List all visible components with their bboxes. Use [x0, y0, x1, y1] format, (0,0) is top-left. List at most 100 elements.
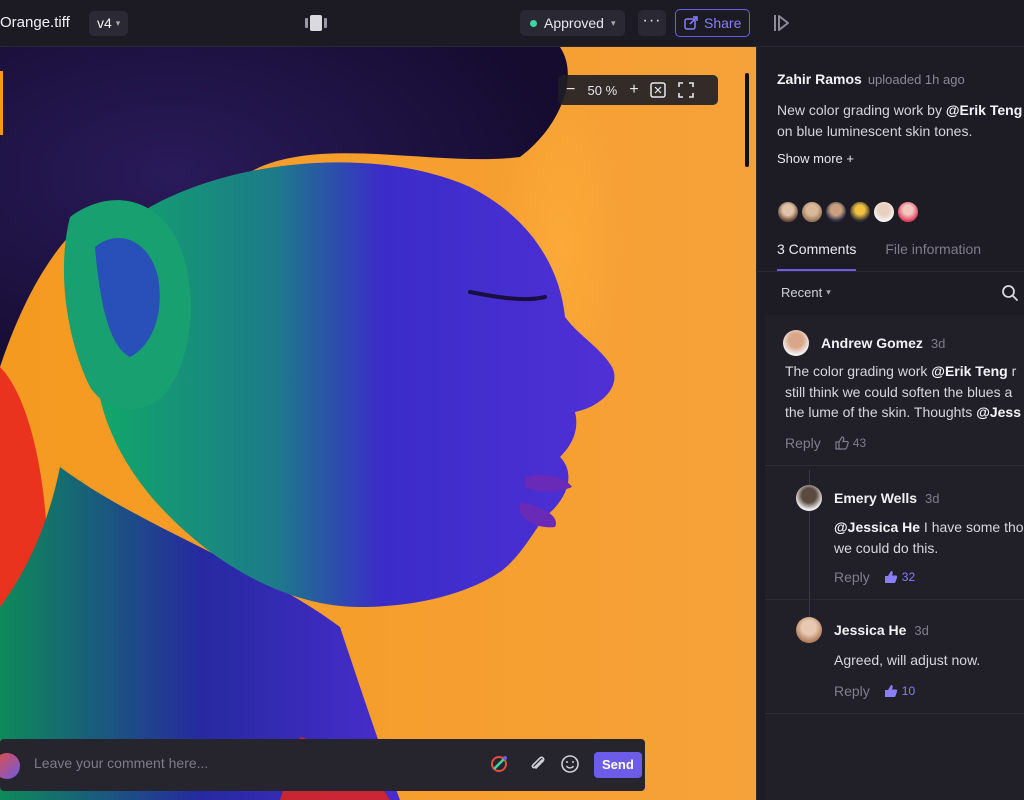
mention-link[interactable]: @Jessica He: [834, 519, 920, 535]
avatar[interactable]: [777, 201, 799, 223]
like-button[interactable]: 43: [835, 436, 866, 450]
divider: [757, 271, 1024, 272]
show-more-link[interactable]: Show more +: [777, 151, 854, 166]
avatar: [796, 485, 822, 511]
left-panel-tab[interactable]: [0, 71, 3, 135]
divider: [765, 713, 1024, 714]
thumbs-up-icon: [835, 436, 849, 450]
version-label: v4: [97, 15, 112, 31]
share-label: Share: [704, 15, 742, 31]
sort-label: Recent: [781, 285, 823, 300]
reply-button[interactable]: Reply: [785, 435, 821, 451]
thumbs-up-icon: [884, 571, 897, 583]
comment-actions: Reply 43: [785, 435, 866, 451]
author-name: Emery Wells: [834, 490, 918, 506]
zoom-toolbar: − 50 % +: [558, 75, 718, 105]
comment-text: we could do this.: [834, 539, 939, 556]
thumbs-up-icon: [884, 685, 897, 697]
status-dot-icon: [530, 19, 537, 27]
share-button[interactable]: Share: [675, 9, 751, 37]
description-text: on blue luminescent skin tones.: [777, 123, 973, 139]
author-name: Andrew Gomez: [821, 335, 923, 351]
avatar: [783, 330, 809, 356]
avatar[interactable]: [801, 201, 823, 223]
reply-button[interactable]: Reply: [834, 569, 870, 585]
avatar[interactable]: [849, 201, 871, 223]
tab-file-information[interactable]: File information: [885, 241, 981, 271]
like-count: 10: [901, 684, 916, 698]
comment-body: @Jessica He I have some tho we could do …: [834, 517, 1024, 558]
file-description: New color grading work by @Erik Teng on …: [777, 100, 1024, 142]
status-dropdown[interactable]: Approved ▾: [520, 10, 626, 36]
uploader-name: Zahir Ramos: [777, 71, 862, 87]
comment-body: The color grading work @Erik Teng r stil…: [785, 361, 1024, 423]
comment-list: Andrew Gomez 3d The color grading work @E…: [765, 315, 1024, 800]
details-panel: Zahir Ramos uploaded 1h ago New color gra…: [756, 47, 1024, 800]
like-button[interactable]: 32: [884, 570, 915, 584]
avatar[interactable]: [897, 201, 919, 223]
comment-time: 3d: [930, 336, 946, 351]
author-name: Jessica He: [834, 622, 907, 638]
comment-composer: Send: [0, 739, 645, 791]
comment-input[interactable]: [34, 755, 434, 771]
comment-text: the lume of the skin. Thoughts: [785, 404, 977, 420]
zoom-out-icon[interactable]: −: [566, 81, 575, 99]
avatar[interactable]: [825, 201, 847, 223]
like-count: 32: [901, 570, 916, 584]
like-button[interactable]: 10: [884, 684, 915, 698]
mention-link[interactable]: @Erik Teng: [931, 363, 1007, 379]
mention-link[interactable]: @Jess: [976, 404, 1021, 420]
comment-body: Agreed, will adjust now.: [834, 650, 1024, 671]
portrait-image: [0, 47, 615, 800]
image-viewer[interactable]: − 50 % + Send: [0, 47, 756, 800]
comment-author: Emery Wells 3d: [834, 490, 939, 506]
comment-item: Andrew Gomez 3d The color grading work @E…: [765, 315, 1024, 465]
chevron-down-icon: ▾: [610, 17, 616, 28]
panel-toggle-icon[interactable]: [772, 12, 792, 34]
comment-text: I have some tho: [920, 519, 1024, 535]
comment-time: 3d: [925, 491, 940, 506]
uploader-info: Zahir Ramos uploaded 1h ago: [777, 71, 965, 87]
share-icon: [684, 16, 698, 30]
tab-comments[interactable]: 3 Comments: [777, 241, 857, 271]
comment-reply-item: Jessica He 3d Agreed, will adjust now. Re…: [765, 599, 1024, 713]
send-button[interactable]: Send: [594, 752, 642, 778]
mention-link[interactable]: @Erik Teng: [946, 102, 1022, 118]
collaborator-avatars: [777, 201, 919, 223]
comment-text: Agreed, will adjust now.: [834, 652, 981, 668]
chevron-down-icon: ▾: [115, 18, 121, 28]
fit-icon[interactable]: [649, 81, 667, 99]
reply-button[interactable]: Reply: [834, 683, 870, 699]
chevron-down-icon: ▾: [826, 287, 831, 297]
comment-text: still think we could soften the blues a: [785, 383, 1013, 400]
version-selector[interactable]: v4 ▾: [89, 11, 129, 36]
upload-time: uploaded 1h ago: [867, 72, 965, 87]
color-picker-icon[interactable]: [490, 754, 510, 774]
avatar: [796, 617, 822, 643]
compare-icon[interactable]: [302, 14, 330, 32]
file-name: Orange.tiff: [0, 14, 70, 31]
avatar: [0, 753, 20, 779]
comment-actions: Reply 32: [834, 569, 915, 585]
description-text: New color grading work by: [777, 102, 946, 118]
comment-author: Jessica He 3d: [834, 622, 929, 638]
vertical-scrollbar[interactable]: [745, 73, 749, 167]
comment-author: Andrew Gomez 3d: [821, 335, 945, 351]
attachment-icon[interactable]: [528, 754, 548, 774]
sort-dropdown[interactable]: Recent ▾: [781, 285, 831, 300]
panel-tabs: 3 Comments File information: [777, 241, 981, 271]
status-label: Approved: [544, 15, 604, 31]
top-bar: Orange.tiff v4 ▾ Approved ▾ ··· Share: [0, 0, 1024, 47]
more-button[interactable]: ···: [638, 10, 666, 36]
fullscreen-icon[interactable]: [677, 81, 695, 99]
avatar[interactable]: [873, 201, 895, 223]
like-count: 43: [852, 436, 867, 450]
comment-actions: Reply 10: [834, 683, 915, 699]
comment-text: r: [1007, 363, 1017, 379]
comment-text: The color grading work: [785, 363, 932, 379]
zoom-in-icon[interactable]: +: [629, 81, 638, 99]
emoji-icon[interactable]: [560, 754, 580, 774]
comment-reply-item: Emery Wells 3d @Jessica He I have some th…: [765, 465, 1024, 599]
search-icon[interactable]: [1001, 284, 1019, 302]
comment-time: 3d: [914, 623, 929, 638]
